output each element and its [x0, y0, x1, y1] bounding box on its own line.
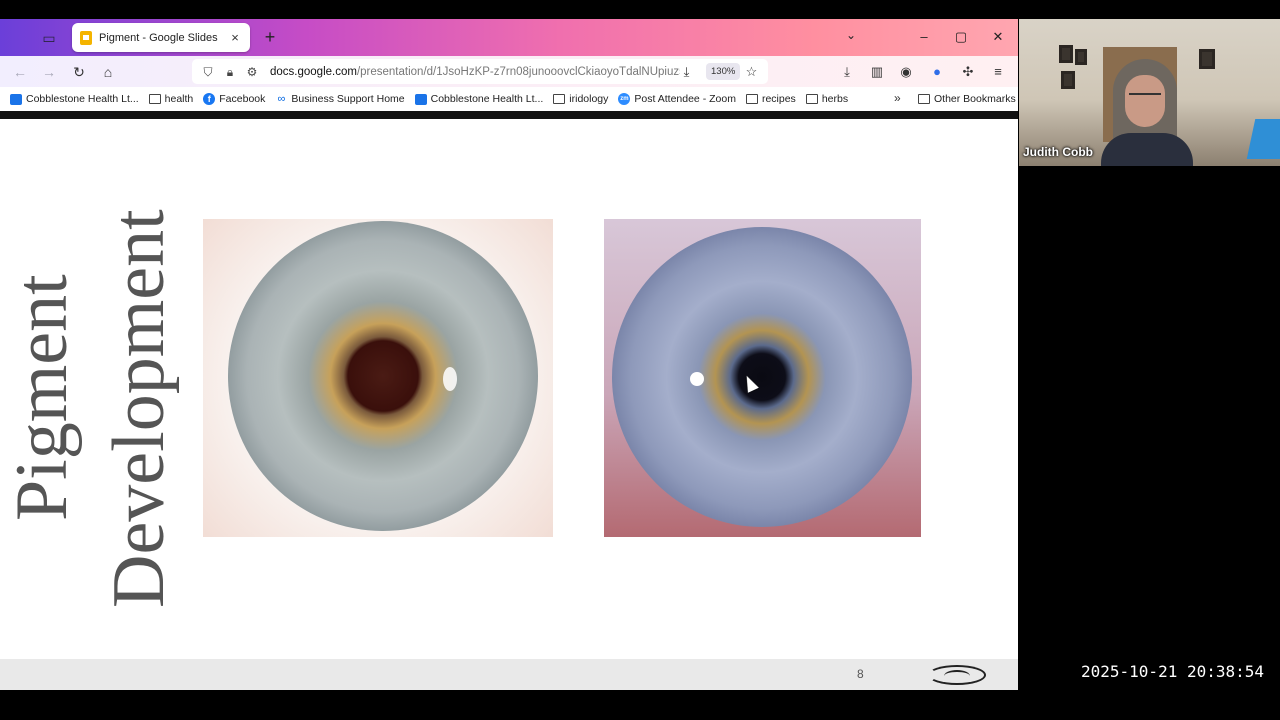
wall-frame [1075, 49, 1087, 65]
extension-icon[interactable]: ● [927, 62, 947, 82]
maximize-button[interactable]: ▢ [951, 27, 971, 47]
light-reflection [690, 372, 704, 386]
folder-icon [745, 94, 758, 104]
iris-photo-left [203, 219, 553, 537]
light-reflection [443, 367, 457, 391]
slide-title-line-2: Development [98, 209, 180, 608]
slide-footer: 8 [0, 659, 1018, 690]
home-button[interactable]: ⌂ [98, 62, 118, 82]
monitor [1246, 119, 1280, 159]
iris-photo-right [604, 219, 921, 537]
browser-window: ▭ Pigment - Google Slides × + ⌄ – ▢ ✕ ← … [0, 19, 1018, 690]
reload-button[interactable]: ↻ [69, 62, 89, 82]
navigation-bar: ← → ↻ ⌂ ⛉ 🔒︎ ⚙ docs.google.com/presentat… [0, 56, 1018, 87]
participant-name: Judith Cobb [1023, 145, 1093, 159]
save-page-icon[interactable]: ⤓ [678, 63, 695, 80]
bottom-strip [0, 690, 1018, 720]
slide-page-number: 8 [857, 667, 864, 681]
iris [228, 221, 538, 531]
recording-timestamp: 2025-10-21 20:38:54 [1081, 662, 1265, 681]
screen: ▭ Pigment - Google Slides × + ⌄ – ▢ ✕ ← … [0, 0, 1280, 720]
tab-title: Pigment - Google Slides [99, 31, 218, 44]
meta-icon: ∞ [277, 92, 286, 105]
participant-person [1101, 59, 1193, 166]
bookmark-item[interactable]: ∞ Business Support Home [275, 93, 404, 105]
google-slides-icon [80, 30, 92, 45]
downloads-icon[interactable]: ⤓ [837, 62, 857, 82]
bookmark-item[interactable]: recipes [745, 93, 796, 105]
lock-icon[interactable]: 🔒︎ [222, 64, 238, 80]
extensions-puzzle-icon[interactable]: ✣ [958, 62, 978, 82]
new-tab-button[interactable]: + [260, 26, 280, 48]
forward-button[interactable]: → [39, 62, 59, 82]
bookmarks-overflow-icon[interactable]: » [894, 91, 901, 105]
zoom-icon: zm [618, 93, 631, 105]
close-window-button[interactable]: ✕ [988, 27, 1008, 47]
participant-video[interactable]: Judith Cobb [1019, 19, 1280, 166]
close-tab-icon[interactable]: × [228, 30, 242, 45]
shield-icon[interactable]: ⛉ [200, 64, 216, 80]
bookmark-item[interactable]: f Facebook [203, 93, 265, 105]
url-host: docs.google.com [270, 65, 357, 78]
tab-pigment[interactable]: Pigment - Google Slides × [72, 23, 250, 52]
bookmark-star-icon[interactable]: ☆ [743, 63, 760, 80]
wall-frame [1199, 49, 1215, 69]
zoom-level-badge[interactable]: 130% [706, 63, 741, 80]
presentation-slide[interactable]: Pigment Development 8 [0, 119, 1018, 690]
content-divider [0, 111, 1018, 119]
eye-logo-icon [928, 665, 986, 685]
bookmark-item[interactable]: iridology [553, 93, 608, 105]
folder-icon [805, 94, 818, 104]
account-icon[interactable]: ◉ [896, 62, 916, 82]
bookmark-item[interactable]: Cobblestone Health Lt... [10, 93, 139, 105]
folder-icon [553, 94, 566, 104]
other-bookmarks[interactable]: Other Bookmarks [918, 87, 1016, 111]
bookmark-item[interactable]: herbs [805, 93, 848, 105]
slide-title-line-1: Pigment [1, 274, 83, 521]
wall-frame [1059, 45, 1073, 63]
calendar-icon [10, 93, 22, 105]
chevron-down-icon[interactable]: ⌄ [846, 28, 856, 42]
menu-icon[interactable]: ≡ [988, 62, 1008, 82]
folder-icon [148, 94, 161, 104]
minimize-button[interactable]: – [914, 27, 934, 47]
back-button[interactable]: ← [10, 62, 30, 82]
bookmark-item[interactable]: health [148, 93, 193, 105]
url-text[interactable]: docs.google.com/presentation/d/1JsoHzKP-… [270, 66, 680, 78]
site-permissions-icon[interactable]: ⚙ [244, 64, 260, 80]
tab-list-icon[interactable]: ▭ [38, 28, 60, 48]
calendar-icon [414, 93, 427, 105]
tab-strip: ▭ Pigment - Google Slides × + ⌄ – ▢ ✕ [0, 19, 1018, 56]
bookmark-item[interactable]: zm Post Attendee - Zoom [618, 93, 736, 105]
bookmark-item[interactable]: Cobblestone Health Lt... [414, 93, 543, 105]
bookmarks-bar: Cobblestone Health Lt... health f Faceboo… [0, 87, 1018, 111]
facebook-icon: f [203, 93, 216, 105]
wall-frame [1061, 71, 1075, 89]
iris [612, 227, 912, 527]
folder-icon [918, 94, 930, 104]
url-path: /presentation/d/1JsoHzKP-z7rn08junooovcl… [356, 65, 680, 78]
address-bar[interactable]: ⛉ 🔒︎ ⚙ docs.google.com/presentation/d/1J… [192, 59, 768, 84]
sidebar-icon[interactable]: ▥ [867, 62, 887, 82]
